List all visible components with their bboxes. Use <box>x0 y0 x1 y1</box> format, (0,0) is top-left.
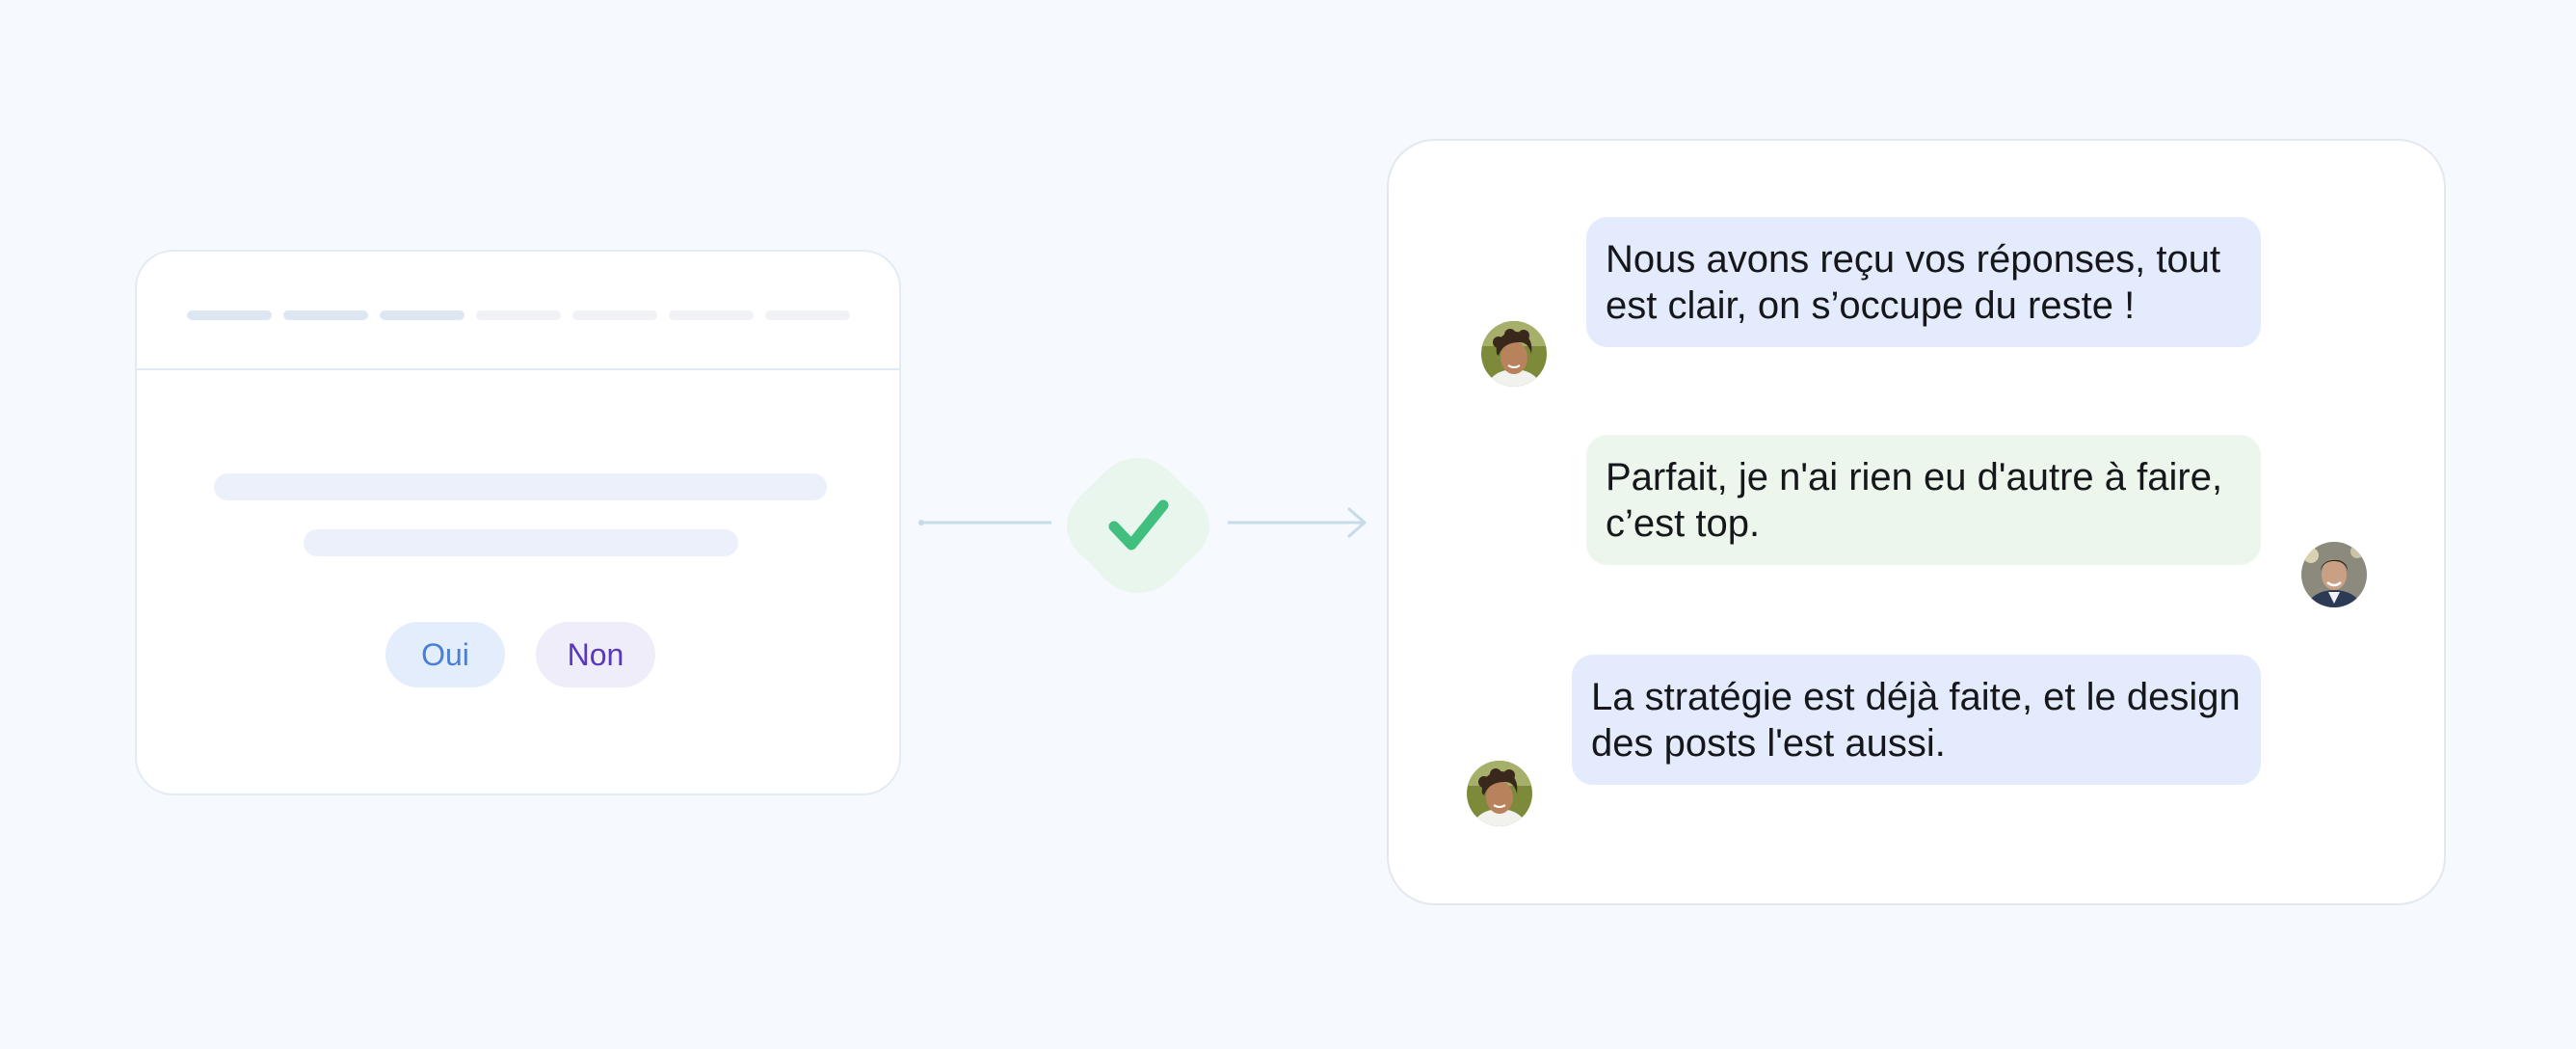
progress-step-complete <box>187 310 272 320</box>
progress-step-complete <box>283 310 368 320</box>
progress-step-pending <box>572 310 657 320</box>
chat-message-bubble: Parfait, je n'ai rien eu d'autre à faire… <box>1586 435 2261 565</box>
questionnaire-header <box>137 252 899 370</box>
progress-step-complete <box>380 310 465 320</box>
questionnaire-card: Oui Non <box>135 250 901 795</box>
progress-step-pending <box>476 310 561 320</box>
question-placeholder-line <box>304 529 738 556</box>
curly-hair-person-avatar <box>1479 319 1549 389</box>
progress-step-pending <box>669 310 754 320</box>
yes-button[interactable]: Oui <box>385 622 505 687</box>
question-placeholder-line <box>214 473 827 500</box>
connector-line-left <box>918 520 1051 525</box>
chat-window: Nous avons reçu vos réponses, tout est c… <box>1387 139 2446 905</box>
curly-hair-person-avatar <box>1465 759 1534 828</box>
no-button[interactable]: Non <box>536 622 655 687</box>
flow-connector <box>918 458 1367 593</box>
check-badge <box>1067 458 1209 593</box>
step-progress-bar <box>187 310 850 320</box>
chat-message-bubble: La stratégie est déjà faite, et le desig… <box>1572 655 2261 785</box>
smiling-man-avatar <box>2299 540 2369 609</box>
chat-message-bubble: Nous avons reçu vos réponses, tout est c… <box>1586 217 2261 347</box>
progress-step-pending <box>765 310 850 320</box>
connector-arrow-right <box>1228 507 1367 538</box>
